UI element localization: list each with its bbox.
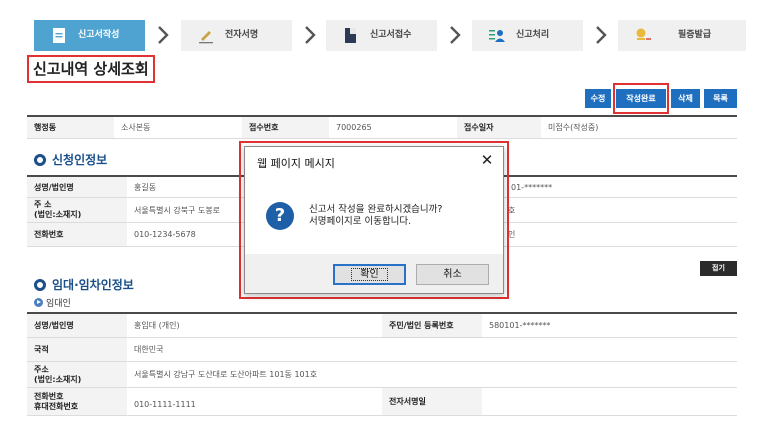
table-row: 행정동 소사본동 접수번호 7000265 접수일자 미접수(작성중) [27, 117, 737, 139]
address-tail: 호 [502, 198, 737, 222]
step-label: 신고서작성 [78, 30, 120, 40]
step-certificate: 필증발급 [618, 20, 746, 51]
esign-value [482, 388, 737, 415]
phone-value: 010-1234-5678 [127, 223, 237, 246]
address-value: 서울특별시 강남구 도산대로 도산아파트 101동 101호 [127, 362, 737, 387]
ok-button[interactable]: 확인 [333, 264, 406, 285]
circle-bullet-icon [34, 153, 46, 166]
receipt-no-value: 7000265 [329, 117, 457, 138]
folder-icon [345, 28, 356, 43]
phone-label: 전화번호 휴대전화번호 [27, 388, 127, 415]
table-row: 주소 (법인:소재지) 서울특별시 강남구 도산대로 도산아파트 101동 10… [27, 362, 737, 388]
step-write: 신고서작성 [34, 20, 145, 51]
info-table: 행정동 소사본동 접수번호 7000265 접수일자 미접수(작성중) [27, 115, 737, 139]
progress-steps: 신고서작성 전자서명 신고서접수 신고처리 필증발급 [34, 20, 746, 51]
fold-button[interactable]: 접기 [700, 261, 737, 276]
dialog-message: 신고서 작성을 완료하시겠습니까? 서명페이지로 이동합니다. [309, 204, 442, 228]
section-title-text: 신청인정보 [52, 153, 108, 167]
arrow-bullet-icon [34, 298, 43, 307]
cancel-button[interactable]: 취소 [416, 264, 489, 285]
rrn-value: 580101-******* [482, 314, 737, 337]
ok-button-label: 확인 [351, 268, 388, 281]
pen-icon [199, 31, 213, 44]
name-value: 홍길동 [127, 177, 237, 197]
applicant-section-title: 신청인정보 [34, 151, 107, 168]
chevron-right-icon [450, 26, 461, 44]
subtitle-text: 임대인 [46, 299, 71, 309]
dialog-message-line1: 신고서 작성을 완료하시겠습니까? [309, 204, 443, 215]
step-process: 신고처리 [472, 20, 583, 51]
landlord-subtitle: 임대인 [34, 296, 71, 309]
rrn-value: 01-******* [502, 177, 737, 197]
table-row: 성명/법인명 홍임대 (개인) 주민/법인 등록번호 580101-******… [27, 314, 737, 338]
chevron-right-icon [596, 26, 607, 44]
close-icon[interactable]: ✕ [479, 152, 495, 168]
dialog-message-line2: 서명페이지로 이동합니다. [309, 216, 412, 227]
nation-label: 국적 [27, 338, 127, 361]
person-list-icon [489, 30, 505, 42]
dialog-title: 웹 페이지 메시지 [257, 157, 335, 170]
address-label-text: 주소 (법인:소재지) [34, 364, 82, 384]
nation-value: 대한민국 [127, 338, 737, 361]
dong-value: 소사본동 [114, 117, 242, 138]
address-value: 서울특별시 강북구 도봉로 [127, 198, 237, 222]
chevron-right-icon [158, 26, 169, 44]
address-label: 주 소 (법인:소재지) [27, 198, 127, 222]
step-label: 필증발급 [678, 30, 712, 40]
step-sign: 전자서명 [181, 20, 292, 51]
phone-value: 010-1111-1111 [127, 388, 382, 415]
address-label: 주소 (법인:소재지) [27, 362, 127, 387]
step-label: 전자서명 [225, 30, 259, 40]
esign-label: 전자서명일 [382, 388, 482, 415]
delete-button[interactable]: 삭제 [671, 89, 700, 108]
name-value: 홍임대 (개인) [127, 314, 382, 337]
confirm-dialog: 웹 페이지 메시지 ✕ ? 신고서 작성을 완료하시겠습니까? 서명페이지로 이… [244, 146, 504, 294]
complete-button[interactable]: 작성완료 [616, 89, 666, 108]
receipt-date-label: 접수일자 [457, 117, 541, 138]
circle-bullet-icon [34, 278, 46, 291]
table-row: 국적 대한민국 [27, 338, 737, 362]
step-label: 신고서접수 [370, 30, 412, 40]
page-title: 신고내역 상세조회 [27, 55, 155, 83]
landlord-table: 성명/법인명 홍임대 (개인) 주민/법인 등록번호 580101-******… [27, 312, 737, 416]
document-icon [53, 28, 65, 43]
section-title-text: 임대·임차인정보 [52, 278, 134, 292]
question-icon: ? [266, 202, 294, 230]
edit-button[interactable]: 수정 [585, 89, 611, 108]
list-button[interactable]: 목록 [704, 89, 737, 108]
receipt-date-value: 미접수(작성중) [541, 117, 737, 138]
step-label: 신고처리 [516, 30, 550, 40]
chevron-right-icon [305, 26, 316, 44]
step-receipt: 신고서접수 [326, 20, 437, 51]
name-label: 성명/법인명 [27, 314, 127, 337]
receipt-no-label: 접수번호 [242, 117, 329, 138]
address-label-text: 주 소 (법인:소재지) [34, 200, 82, 219]
phone-tail: 인 [502, 223, 737, 246]
name-label: 성명/법인명 [27, 177, 127, 197]
rrn-label: 주민/법인 등록번호 [382, 314, 482, 337]
table-row: 전화번호 휴대전화번호 010-1111-1111 전자서명일 [27, 388, 737, 416]
dialog-footer: 확인 취소 [245, 254, 503, 293]
phone-label-text: 전화번호 휴대전화번호 [34, 391, 79, 411]
dong-label: 행정동 [27, 117, 114, 138]
phone-label: 전화번호 [27, 223, 127, 246]
lease-section-title: 임대·임차인정보 [34, 276, 134, 293]
certificate-icon [636, 28, 651, 40]
